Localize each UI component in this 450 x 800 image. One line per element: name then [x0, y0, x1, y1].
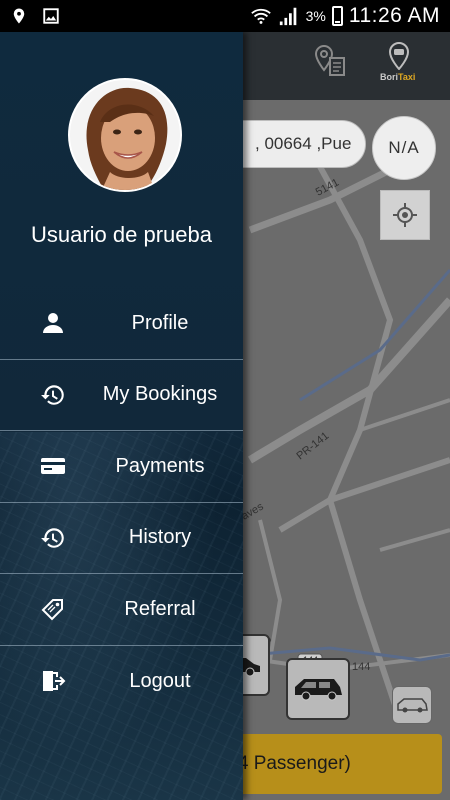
navigation-drawer: Usuario de prueba Profile My Bookings Pa…	[0, 32, 243, 800]
my-location-button[interactable]	[380, 190, 430, 240]
brand-label: BoriTaxi	[380, 72, 416, 82]
na-button[interactable]: N/A	[372, 116, 436, 180]
avatar[interactable]	[68, 78, 182, 192]
vehicle-option-van[interactable]	[286, 658, 350, 720]
menu-item-profile[interactable]: Profile	[0, 288, 243, 360]
tag-icon	[40, 596, 66, 622]
na-label: N/A	[388, 138, 420, 157]
clock: 11:26 AM	[348, 4, 440, 27]
menu-item-referral[interactable]: Referral	[0, 574, 243, 646]
menu-item-payments[interactable]: Payments	[0, 431, 243, 503]
menu-label: Referral	[124, 597, 196, 620]
person-icon	[40, 310, 66, 336]
user-name: Usuario de prueba	[30, 222, 212, 247]
menu-label: Profile	[131, 311, 189, 334]
image-icon	[43, 8, 59, 24]
map-label: 144	[352, 661, 370, 673]
boritaxi-logo-icon	[388, 42, 410, 70]
menu-label: Logout	[129, 669, 191, 692]
address-text: , 00664 ,Pue	[255, 134, 352, 153]
battery-percent: 3%	[305, 8, 326, 24]
credit-card-icon	[40, 453, 66, 479]
wifi-icon	[250, 8, 271, 24]
drawer-menu: Profile My Bookings Payments History Ref…	[0, 288, 243, 717]
menu-label: Payments	[115, 454, 205, 477]
logout-door-icon	[40, 668, 66, 694]
menu-label: History	[128, 526, 192, 549]
status-bar: 3% 11:26 AM	[0, 0, 450, 32]
van-icon	[397, 698, 428, 713]
signal-icon	[279, 7, 296, 26]
history-icon	[40, 525, 66, 551]
van-icon	[295, 679, 342, 701]
menu-item-my-bookings[interactable]: My Bookings	[0, 360, 243, 431]
history-icon	[40, 382, 66, 408]
battery-icon	[331, 6, 343, 26]
location-icon	[13, 8, 25, 24]
menu-label: My Bookings	[102, 383, 218, 406]
crosshair-icon	[393, 203, 417, 227]
profile-photo	[70, 80, 180, 190]
menu-item-logout[interactable]: Logout	[0, 646, 243, 718]
vehicle-option-small-van[interactable]	[392, 686, 432, 724]
location-document-icon[interactable]	[312, 44, 348, 78]
menu-item-history[interactable]: History	[0, 503, 243, 574]
